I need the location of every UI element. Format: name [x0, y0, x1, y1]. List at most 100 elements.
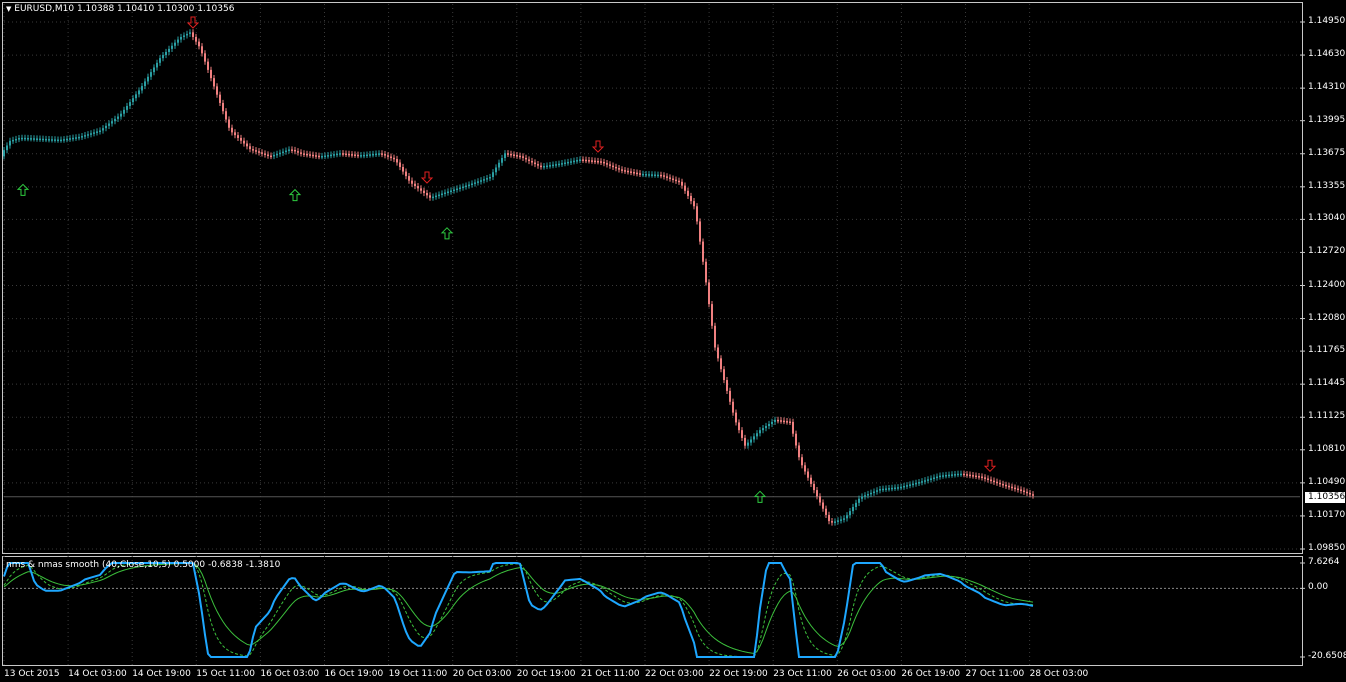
price-bar-body: [906, 485, 908, 487]
price-bar-body: [141, 86, 143, 91]
price-bar-body: [261, 152, 263, 154]
price-bar-body: [360, 155, 362, 157]
price-bar-body: [534, 162, 536, 165]
price-bar-body: [126, 105, 128, 110]
price-bar-body: [9, 140, 11, 146]
price-bar-body: [618, 168, 620, 170]
price-bar-body: [279, 152, 281, 155]
price-bar-body: [501, 157, 503, 163]
buy-arrow-icon: [288, 188, 302, 202]
price-tick-label: 1.13675: [1308, 147, 1346, 158]
price-bar-body: [552, 164, 554, 167]
price-bar-body: [111, 121, 113, 124]
price-bar-body: [438, 194, 440, 197]
price-bar-body: [984, 477, 986, 479]
price-bar-body: [999, 482, 1001, 485]
price-bar-body: [873, 491, 875, 494]
nms-line: [3, 562, 1034, 658]
price-bar-body: [513, 154, 515, 156]
dropdown-triangle-icon[interactable]: ▼: [6, 5, 11, 13]
price-tick-label: 1.14950: [1308, 16, 1346, 26]
price-tick-label: 1.10810: [1308, 443, 1346, 454]
price-bar-body: [405, 171, 407, 177]
price-bar-body: [576, 160, 578, 162]
price-bar-body: [114, 118, 116, 122]
price-bar-body: [651, 174, 653, 176]
price-bar-body: [153, 67, 155, 73]
price-bar-body: [912, 483, 914, 486]
price-bar-body: [129, 102, 131, 106]
price-bar-body: [672, 178, 674, 181]
price-bar-body: [528, 159, 530, 161]
price-bar-body: [792, 421, 794, 434]
price-tick-label: 1.13355: [1308, 180, 1346, 191]
price-bar-body: [801, 457, 803, 466]
price-bar-body: [762, 428, 764, 431]
price-bar-body: [903, 485, 905, 488]
price-bar-body: [84, 135, 86, 137]
price-bar-body: [627, 170, 629, 173]
price-bar-body: [705, 261, 707, 283]
price-bar-body: [600, 161, 602, 163]
price-tick-label: 1.12080: [1308, 312, 1346, 323]
price-bar-body: [546, 165, 548, 168]
price-bar-body: [180, 36, 182, 40]
price-tick-label: 1.10490: [1308, 476, 1346, 487]
price-bar-body: [201, 46, 203, 54]
price-bar-body: [951, 474, 953, 476]
price-bar-body: [840, 519, 842, 521]
price-bar-body: [567, 161, 569, 164]
price-bar-body: [285, 150, 287, 153]
price-bar-body: [1014, 487, 1016, 490]
price-bar-body: [597, 160, 599, 163]
price-bar-body: [606, 163, 608, 165]
price-bar-body: [789, 421, 791, 423]
price-bar-body: [807, 471, 809, 478]
price-bar-body: [60, 139, 62, 142]
price-bar-body: [987, 478, 989, 480]
price-bar-body: [564, 162, 566, 165]
price-tick-label: 1.13995: [1308, 114, 1346, 125]
price-bar-body: [603, 161, 605, 164]
time-tick-label: 21 Oct 11:00: [580, 669, 640, 679]
price-bar-body: [714, 325, 716, 348]
price-bar-body: [759, 430, 761, 434]
price-bar-body: [855, 502, 857, 507]
price-bar-body: [681, 181, 683, 186]
price-bar-body: [276, 153, 278, 156]
price-bar-body: [57, 139, 59, 142]
price-bar-body: [1032, 494, 1034, 496]
price-tick-label: 1.12720: [1308, 246, 1346, 257]
price-bar-body: [354, 154, 356, 156]
price-bar-body: [636, 172, 638, 175]
price-bar-body: [810, 477, 812, 484]
price-bar-body: [396, 159, 398, 163]
price-tick-label: 1.10170: [1308, 509, 1346, 520]
price-bar-body: [816, 490, 818, 497]
price-bar-body: [756, 433, 758, 437]
time-tick-label: 26 Oct 19:00: [901, 669, 961, 679]
price-bar-body: [594, 160, 596, 163]
price-bar-body: [549, 165, 551, 167]
price-bar-body: [570, 161, 572, 163]
price-bar-body: [699, 221, 701, 242]
price-bar-body: [978, 476, 980, 478]
price-bar-body: [408, 176, 410, 181]
price-bar-body: [543, 166, 545, 168]
price-bar-body: [450, 190, 452, 193]
price-bar-body: [411, 180, 413, 184]
price-bar-body: [909, 484, 911, 486]
price-bar-body: [462, 186, 464, 189]
price-bar-body: [63, 139, 65, 141]
price-bar-body: [468, 184, 470, 187]
price-bar-body: [339, 153, 341, 155]
price-bar-body: [402, 167, 404, 172]
price-bar-body: [930, 478, 932, 480]
time-tick-label: 27 Oct 11:00: [965, 669, 1025, 679]
price-bar-body: [489, 177, 491, 179]
price-bar-body: [318, 155, 320, 158]
price-bar-body: [171, 45, 173, 49]
price-tick-label: 1.14310: [1308, 82, 1346, 93]
price-bar-body: [45, 138, 47, 141]
price-bar-body: [15, 138, 17, 141]
